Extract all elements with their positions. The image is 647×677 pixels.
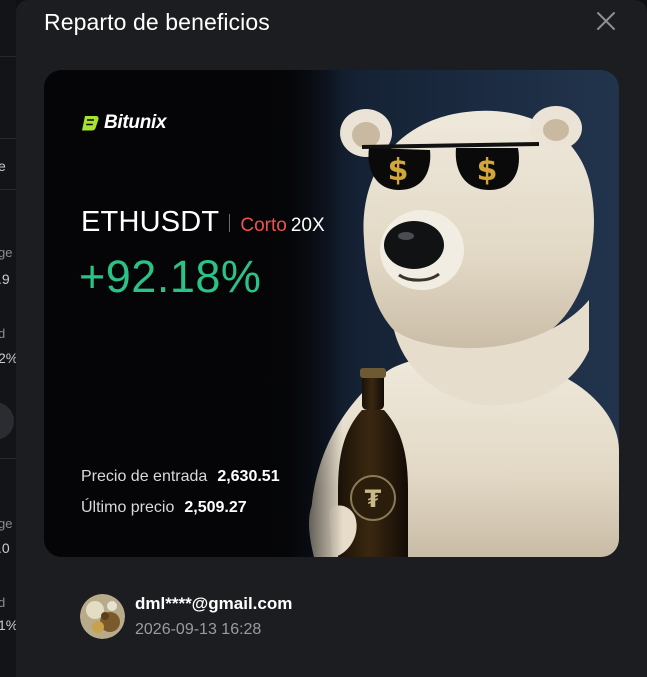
- background-page: e ge .9 d 2% ge .0 d 1%: [0, 0, 16, 677]
- brand-logo: Bitunix: [81, 112, 167, 134]
- share-card: $ $ ₮ Bitunix ETHUSDT: [44, 70, 619, 557]
- user-info: dml****@gmail.com 2026-09-13 16:28: [80, 594, 292, 639]
- bitunix-logo-icon: [82, 116, 99, 131]
- modal-title: Reparto de beneficios: [44, 9, 270, 35]
- leverage: 20X: [290, 215, 325, 236]
- last-price-value: 2,509.27: [184, 499, 247, 516]
- trade-header: ETHUSDT Corto 20X: [81, 206, 325, 239]
- close-icon: [597, 12, 615, 30]
- divider: [0, 458, 16, 459]
- close-button[interactable]: [595, 10, 617, 32]
- brand-name: Bitunix: [104, 112, 167, 133]
- entry-price-row: Precio de entrada 2,630.51: [81, 468, 280, 486]
- background-button: [0, 402, 14, 440]
- trading-pair: ETHUSDT: [81, 206, 220, 238]
- position-side: Corto: [240, 215, 287, 236]
- divider: [0, 189, 16, 190]
- background-text: d: [0, 326, 6, 341]
- entry-price-label: Precio de entrada: [81, 468, 208, 485]
- background-text: d: [0, 595, 6, 610]
- entry-price-value: 2,630.51: [217, 468, 280, 485]
- last-price-row: Último precio 2,509.27: [81, 499, 247, 517]
- divider: [0, 138, 16, 139]
- share-timestamp: 2026-09-13 16:28: [135, 621, 262, 638]
- avatar: [80, 594, 125, 639]
- background-text: ge: [0, 245, 13, 260]
- background-text: .9: [0, 271, 10, 287]
- last-price-label: Último precio: [81, 499, 175, 516]
- background-text: .0: [0, 540, 10, 556]
- divider: [229, 213, 231, 232]
- profit-percentage: +92.18%: [79, 251, 262, 302]
- profit-share-modal: Reparto de beneficios Bitunix ETHUSDT Co…: [16, 0, 647, 677]
- user-email: dml****@gmail.com: [135, 594, 293, 613]
- background-text: e: [0, 158, 6, 174]
- user-text: dml****@gmail.com 2026-09-13 16:28: [135, 594, 292, 639]
- background-text: ge: [0, 516, 13, 531]
- background-text: 2%: [0, 350, 16, 366]
- divider: [0, 56, 16, 57]
- background-text: 1%: [0, 617, 16, 633]
